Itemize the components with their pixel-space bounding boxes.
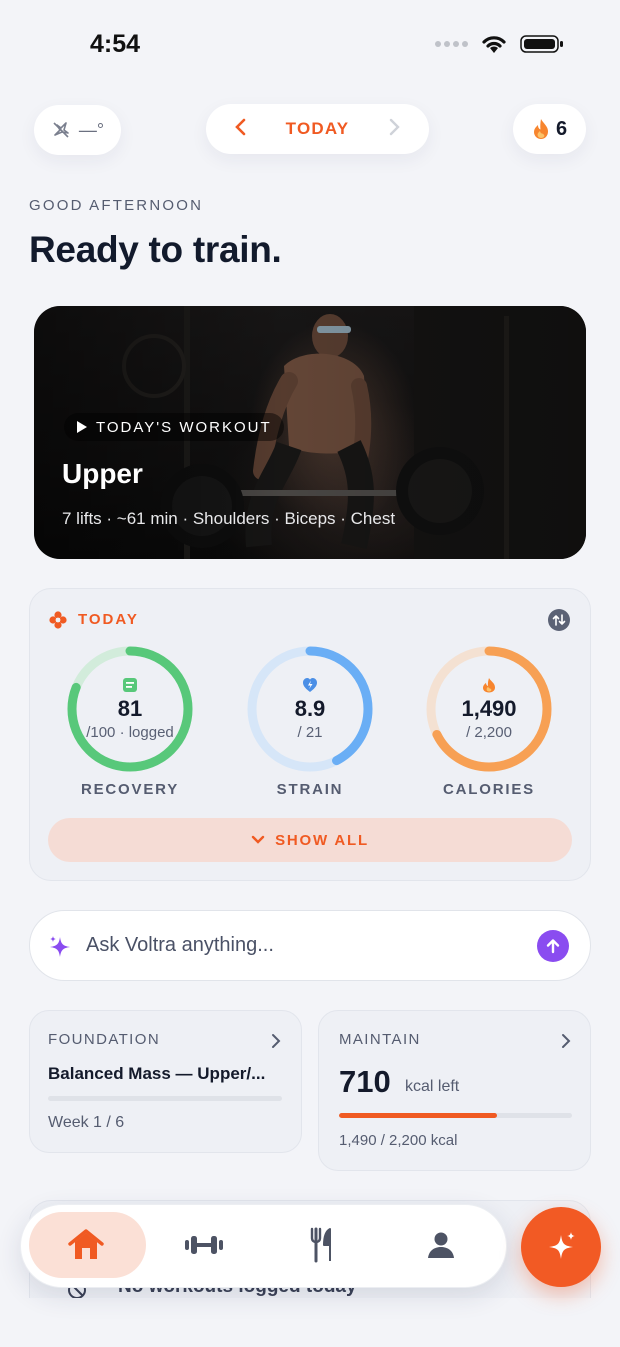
fork-knife-icon bbox=[310, 1227, 331, 1263]
status-time: 4:54 bbox=[90, 30, 141, 58]
sparkle-icon bbox=[50, 936, 70, 957]
today-title: TODAY bbox=[78, 611, 139, 628]
ring-sub: / 2,200 bbox=[466, 724, 512, 742]
ring-sub: / 21 bbox=[297, 724, 323, 742]
clipboard-icon bbox=[123, 677, 137, 692]
greeting-text: GOOD AFTERNOON bbox=[29, 197, 204, 214]
workout-meta: 7 lifts · ~61 min · Shoulders · Biceps ·… bbox=[62, 509, 396, 528]
weather-pill[interactable]: —° bbox=[34, 105, 121, 155]
wifi-icon bbox=[482, 36, 506, 53]
ring-recovery[interactable]: 81/100 · logged bbox=[64, 643, 196, 775]
chevron-right-icon bbox=[272, 1034, 281, 1048]
kcal-left-unit: kcal left bbox=[405, 1078, 460, 1095]
workout-badge: TODAY'S WORKOUT bbox=[64, 413, 284, 441]
kcal-left-value: 710 bbox=[339, 1064, 391, 1099]
kcal-detail: 1,490 / 2,200 kcal bbox=[339, 1132, 458, 1149]
arrow-up-icon bbox=[546, 939, 560, 954]
home-icon bbox=[68, 1229, 104, 1259]
chevron-right-icon bbox=[562, 1034, 571, 1048]
tab-home[interactable] bbox=[56, 1215, 116, 1275]
weather-temp: —° bbox=[78, 119, 105, 140]
workout-title: Upper bbox=[62, 458, 143, 489]
flame-icon bbox=[533, 119, 548, 139]
battery-icon bbox=[520, 35, 563, 53]
date-switcher[interactable]: TODAY bbox=[206, 104, 429, 154]
flower-icon bbox=[49, 611, 67, 629]
workout-badge-label: TODAY'S WORKOUT bbox=[96, 418, 272, 436]
ring-center: 1,490 / 2,200 bbox=[423, 643, 555, 775]
ask-placeholder: Ask Voltra anything... bbox=[86, 934, 274, 956]
date-label: TODAY bbox=[285, 119, 350, 138]
tab-workouts[interactable] bbox=[174, 1215, 234, 1275]
ring-center: 8.9 / 21 bbox=[244, 643, 376, 775]
flame-icon bbox=[483, 677, 495, 693]
ring-value: 8.9 bbox=[294, 695, 326, 721]
page-headline: Ready to train. bbox=[29, 229, 282, 270]
chevron-right-icon[interactable] bbox=[387, 118, 401, 140]
nutrition-heading: MAINTAIN bbox=[339, 1031, 421, 1048]
program-week: Week 1 / 6 bbox=[48, 1114, 125, 1131]
ring-sub: /100 · logged bbox=[86, 724, 174, 742]
todays-workout-card[interactable]: TODAY'S WORKOUT Upper 7 lifts · ~61 min … bbox=[34, 306, 586, 559]
send-button[interactable] bbox=[537, 930, 569, 962]
ring-label: RECOVERY bbox=[80, 781, 180, 798]
program-name: Balanced Mass — Upper/... bbox=[48, 1064, 266, 1083]
show-all-button[interactable]: SHOW ALL bbox=[48, 818, 572, 862]
heart-bolt-icon bbox=[303, 677, 317, 692]
status-icons bbox=[435, 34, 564, 54]
signal-icon bbox=[435, 41, 468, 47]
ai-coach-button[interactable] bbox=[521, 1207, 601, 1287]
sparkle-icon bbox=[549, 1232, 575, 1259]
program-heading: FOUNDATION bbox=[48, 1031, 161, 1048]
chevron-down-icon bbox=[251, 835, 265, 844]
streak-count: 6 bbox=[555, 117, 568, 140]
kcal-progress-fill bbox=[339, 1113, 497, 1118]
play-icon bbox=[77, 421, 87, 433]
chevron-left-icon[interactable] bbox=[234, 118, 248, 140]
ring-value: 81 bbox=[117, 695, 143, 721]
swap-icon bbox=[552, 614, 566, 626]
kcal-progress-bar bbox=[339, 1113, 572, 1118]
program-progress-bar bbox=[48, 1096, 282, 1101]
ring-label: STRAIN bbox=[276, 781, 344, 798]
ring-value: 1,490 bbox=[461, 695, 517, 721]
weather-off-icon bbox=[53, 122, 69, 138]
tab-nutrition[interactable] bbox=[292, 1215, 352, 1275]
streak-pill[interactable]: 6 bbox=[513, 104, 586, 154]
profile-icon bbox=[428, 1232, 454, 1258]
ring-calories[interactable]: 1,490 / 2,200 bbox=[423, 643, 555, 775]
dumbbell-icon bbox=[185, 1236, 223, 1254]
ring-center: 81/100 · logged bbox=[64, 643, 196, 775]
bottom-fade bbox=[0, 1298, 620, 1347]
tab-profile[interactable] bbox=[411, 1215, 471, 1275]
ring-label: CALORIES bbox=[443, 781, 535, 798]
show-all-label: SHOW ALL bbox=[275, 831, 369, 849]
ring-strain[interactable]: 8.9 / 21 bbox=[244, 643, 376, 775]
swap-metrics-button[interactable] bbox=[548, 609, 570, 631]
